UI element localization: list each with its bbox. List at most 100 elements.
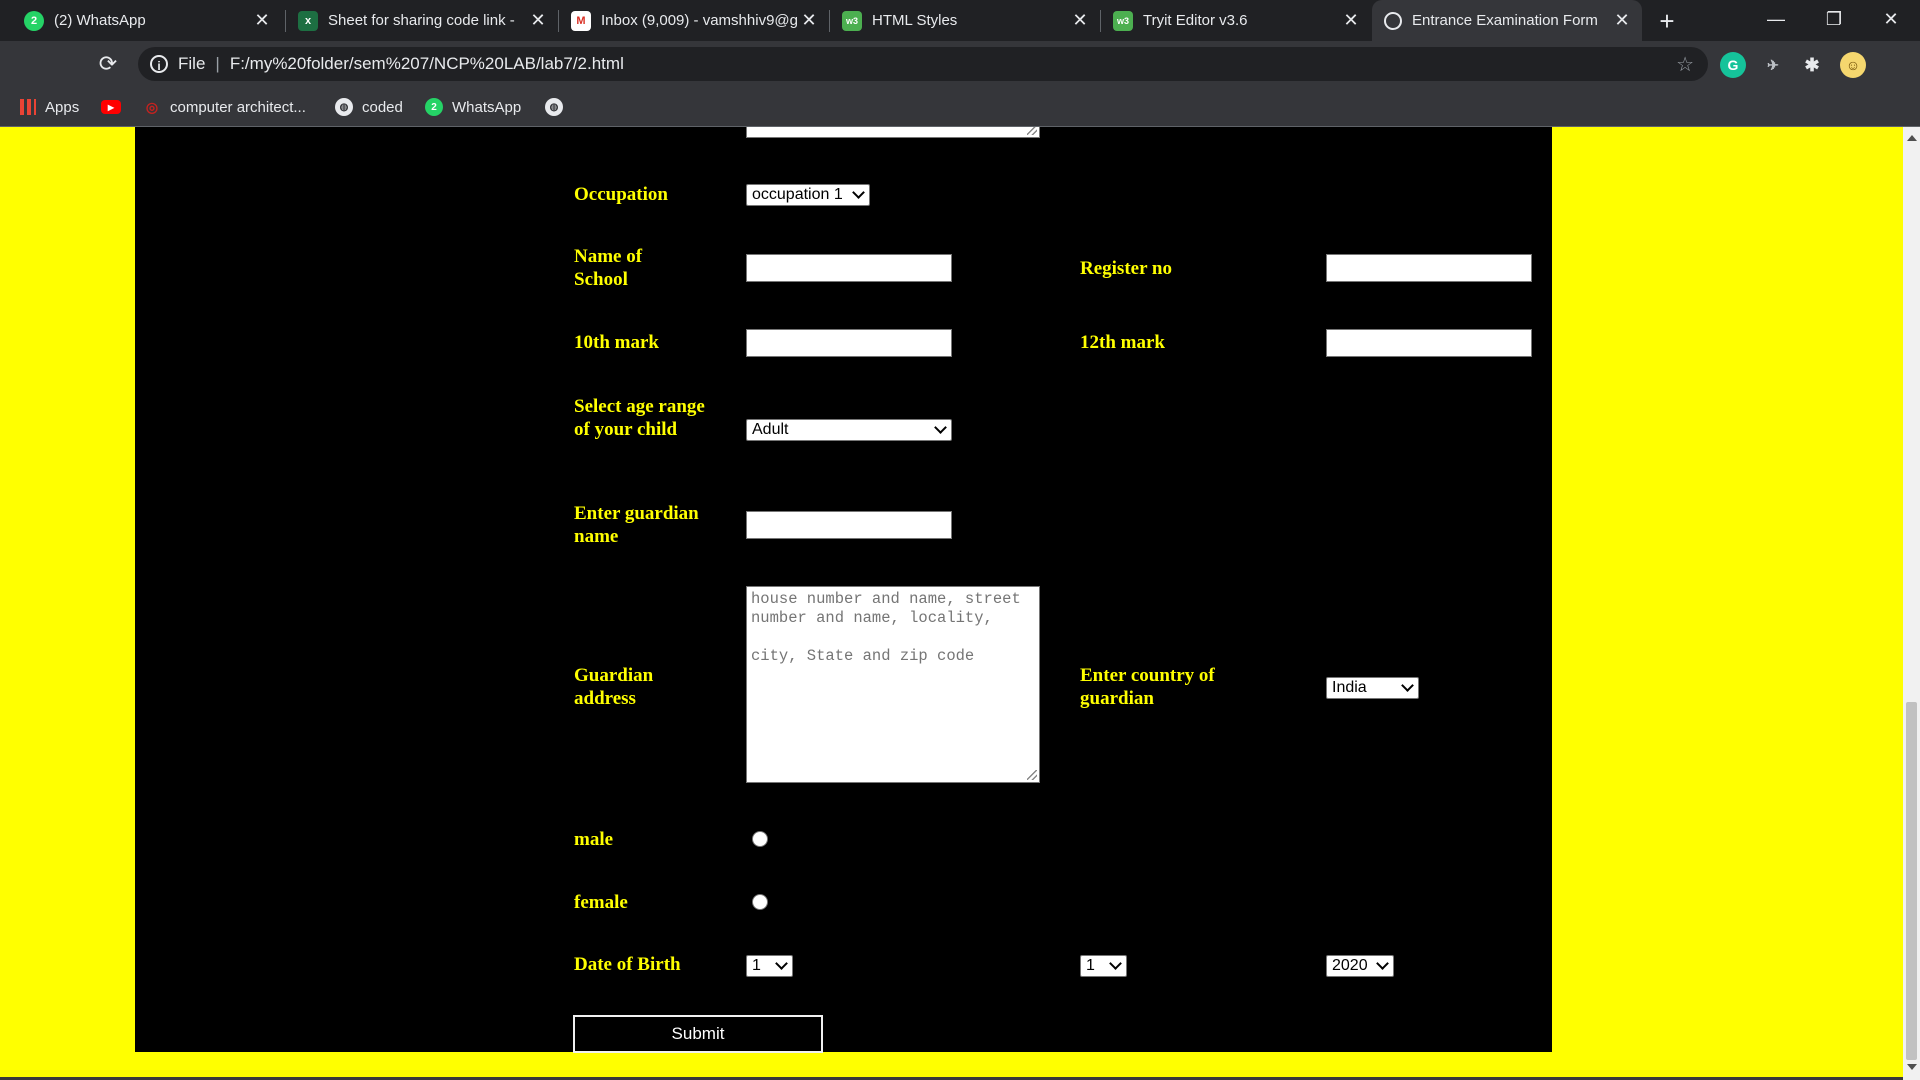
scroll-down-arrow-icon[interactable] [1907, 1064, 1917, 1070]
tab-entrance-form[interactable]: Entrance Examination Form ✕ [1372, 0, 1642, 41]
resize-grip-icon [1027, 770, 1037, 780]
close-tab-icon[interactable]: ✕ [1339, 10, 1363, 31]
guardian-address-textarea[interactable]: house number and name, street number and… [746, 586, 1040, 783]
extension-bird-icon[interactable]: ✈ [1760, 52, 1786, 78]
chevron-down-icon [775, 957, 788, 970]
page-scrollbar[interactable] [1903, 127, 1920, 1080]
bookmark-label: computer architect... [170, 98, 306, 116]
tab-inbox[interactable]: M Inbox (9,009) - vamshhiv9@g ✕ [559, 0, 829, 41]
occupation-select[interactable]: occupation 1 [746, 184, 870, 206]
address-url: F:/my%20folder/sem%207/NCP%20LAB/lab7/2.… [229, 54, 624, 73]
globe-icon: ◍ [545, 98, 563, 116]
reload-icon[interactable]: ⟳ [94, 50, 122, 78]
resize-grip-icon [1027, 127, 1037, 135]
excel-icon: x [298, 10, 318, 31]
w3schools-icon: w3 [842, 10, 862, 31]
chevron-down-icon [1401, 679, 1414, 692]
age-range-selected: Adult [752, 421, 789, 438]
tab-strip: 2 (2) WhatsApp ✕ x Sheet for sharing cod… [0, 0, 1920, 41]
address-separator: | [215, 54, 220, 73]
whatsapp-icon: 2 [425, 98, 443, 116]
mark-10th-label: 10th mark [574, 332, 659, 353]
dob-year-selected: 2020 [1332, 957, 1368, 974]
bookmark-icon: ◎ [145, 98, 159, 115]
female-radio[interactable] [752, 894, 768, 910]
minimize-button[interactable]: — [1747, 0, 1805, 41]
guardian-name-input[interactable] [746, 511, 952, 539]
guardian-name-label: Enter guardian name [574, 503, 699, 547]
mark-12th-input[interactable] [1326, 329, 1532, 357]
bookmark-computer-architecture[interactable]: ◎ computer architect... [143, 96, 306, 118]
tab-whatsapp[interactable]: 2 (2) WhatsApp ✕ [12, 0, 282, 41]
mark-10th-input[interactable] [746, 329, 952, 357]
bookmark-star-icon[interactable]: ☆ [1676, 52, 1694, 77]
chevron-down-icon [1376, 957, 1389, 970]
tab-html-styles[interactable]: w3 HTML Styles ✕ [830, 0, 1100, 41]
close-window-button[interactable]: ✕ [1862, 0, 1920, 41]
close-tab-icon[interactable]: ✕ [526, 10, 550, 31]
close-tab-icon[interactable]: ✕ [1610, 10, 1634, 31]
apps-grid-icon [20, 99, 36, 115]
tab-sheet[interactable]: x Sheet for sharing code link - ✕ [286, 0, 558, 41]
bookmark-globe[interactable]: ◍ [545, 96, 572, 118]
w3schools-icon: w3 [1113, 10, 1133, 31]
dob-month-select[interactable]: 1 [1080, 955, 1127, 977]
address-scheme: File [178, 54, 206, 73]
age-range-select[interactable]: Adult [746, 419, 952, 441]
guardian-country-select[interactable]: India [1326, 677, 1419, 699]
male-label: male [574, 829, 614, 850]
bookmark-youtube[interactable]: ▶ [101, 96, 130, 118]
tab-title: Tryit Editor v3.6 [1143, 12, 1248, 29]
school-name-label: Name of School [574, 246, 643, 290]
age-range-label: Select age range of your child [574, 396, 705, 440]
scroll-up-arrow-icon[interactable] [1907, 135, 1917, 141]
chevron-down-icon [852, 186, 865, 199]
page-viewport: Occupation occupation 1 Name of School R… [0, 127, 1903, 1080]
avatar[interactable]: ☺ [1840, 52, 1866, 78]
previous-textarea[interactable] [746, 127, 1040, 138]
tab-title: Inbox (9,009) - vamshhiv9@g [601, 12, 797, 29]
extensions-puzzle-icon[interactable]: ✱ [1799, 52, 1825, 78]
guardian-address-label: Guardian address [574, 665, 654, 709]
bookmark-label: WhatsApp [452, 98, 522, 116]
dob-day-select[interactable]: 1 [746, 955, 793, 977]
dob-year-select[interactable]: 2020 [1326, 955, 1394, 977]
register-no-input[interactable] [1326, 254, 1532, 282]
mark-12th-label: 12th mark [1080, 332, 1165, 353]
close-tab-icon[interactable]: ✕ [250, 10, 274, 31]
tab-tryit-editor[interactable]: w3 Tryit Editor v3.6 ✕ [1101, 0, 1371, 41]
grammarly-icon[interactable]: G [1720, 52, 1746, 78]
occupation-selected: occupation 1 [752, 186, 843, 203]
close-tab-icon[interactable]: ✕ [797, 10, 821, 31]
new-tab-button[interactable]: + [1650, 6, 1684, 36]
occupation-label: Occupation [574, 184, 668, 205]
dob-label: Date of Birth [574, 954, 681, 975]
bookmarks-bar: Apps ▶ ◎ computer architect... ◍ coded 2… [0, 88, 1920, 127]
submit-button[interactable]: Submit [573, 1015, 823, 1053]
female-label: female [574, 892, 628, 913]
male-radio[interactable] [752, 831, 768, 847]
bookmark-label: coded [362, 98, 403, 116]
address-bar[interactable]: i File | F:/my%20folder/sem%207/NCP%20LA… [138, 47, 1708, 81]
close-tab-icon[interactable]: ✕ [1068, 10, 1092, 31]
bookmark-apps[interactable]: Apps [20, 96, 79, 118]
bookmark-label: Apps [45, 98, 80, 116]
bookmark-coded[interactable]: ◍ coded [335, 96, 403, 118]
bookmark-whatsapp[interactable]: 2 WhatsApp [425, 96, 521, 118]
tab-title: HTML Styles [872, 12, 958, 29]
form-panel: Occupation occupation 1 Name of School R… [135, 127, 1552, 1053]
school-name-input[interactable] [746, 254, 952, 282]
guardian-address-placeholder: house number and name, street number and… [751, 590, 1021, 665]
tab-title: Entrance Examination Form [1412, 12, 1598, 29]
browser-toolbar: ⟳ i File | F:/my%20folder/sem%207/NCP%20… [0, 41, 1920, 88]
scrollbar-thumb[interactable] [1906, 702, 1917, 1060]
restore-button[interactable]: ❐ [1805, 0, 1863, 41]
chevron-down-icon [934, 421, 947, 434]
guardian-country-label: Enter country of guardian [1080, 665, 1215, 709]
site-info-icon[interactable]: i [150, 55, 168, 73]
dob-day-selected: 1 [752, 957, 761, 974]
chevron-down-icon [1109, 957, 1122, 970]
youtube-icon: ▶ [101, 100, 121, 114]
guardian-country-selected: India [1332, 679, 1367, 696]
tab-title: (2) WhatsApp [54, 12, 146, 29]
